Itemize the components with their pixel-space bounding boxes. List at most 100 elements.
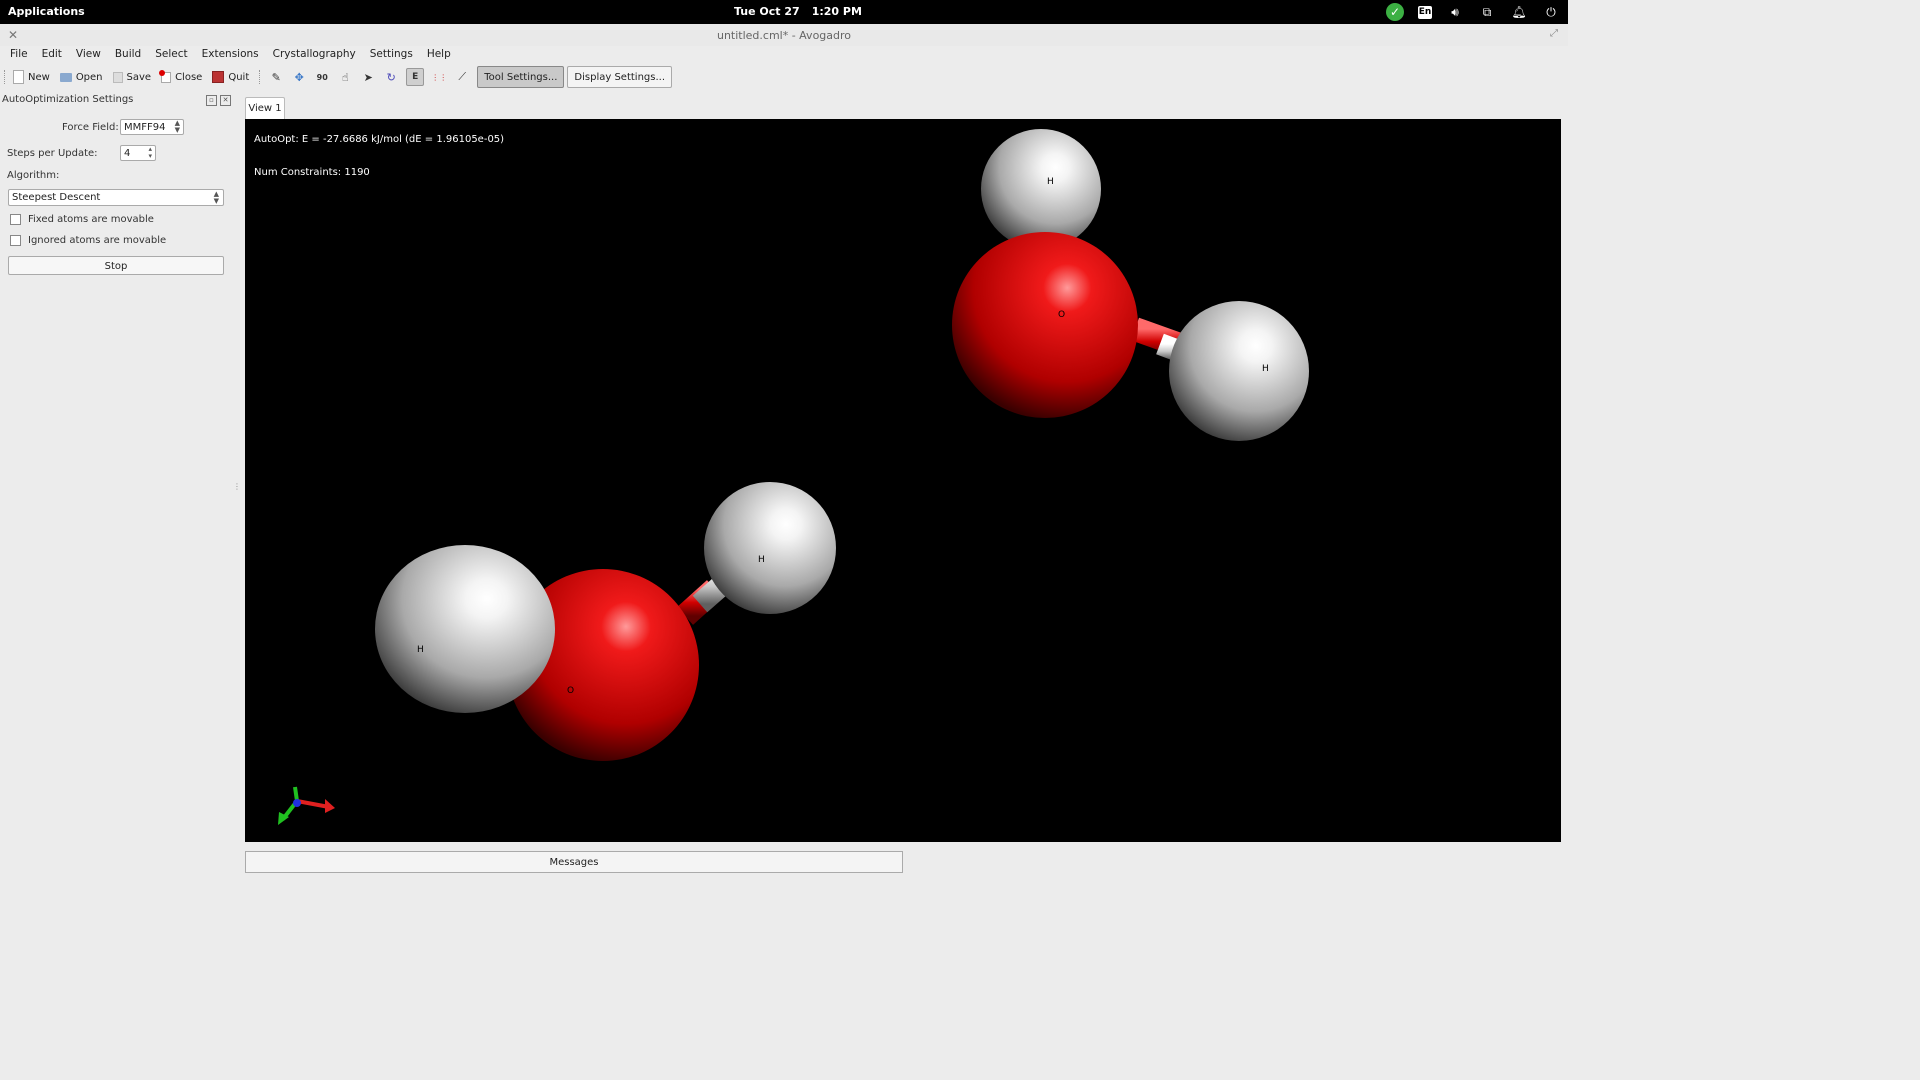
panel-controls: ▫ ✕	[206, 95, 231, 106]
menu-bar: File Edit View Build Select Extensions C…	[0, 46, 1578, 64]
menu-settings[interactable]: Settings	[370, 46, 413, 64]
menu-edit[interactable]: Edit	[42, 46, 62, 64]
quit-button-label: Quit	[228, 71, 250, 83]
system-tray: ✓ En 🔊︎ ⧉ 🔔︎ ⏻	[1386, 3, 1560, 21]
molecule-viewport[interactable]: AutoOpt: E = -27.6686 kJ/mol (dE = 1.961…	[245, 119, 1561, 842]
menu-crystallography[interactable]: Crystallography	[273, 46, 356, 64]
open-button-label: Open	[75, 71, 103, 83]
applications-menu[interactable]: Applications	[8, 5, 85, 18]
force-field-select[interactable]: MMFF94 ▲ ▼	[120, 119, 184, 135]
x-axis-arrow	[296, 799, 330, 809]
close-doc-icon	[159, 69, 172, 83]
axes-gizmo	[278, 786, 335, 825]
menu-select[interactable]: Select	[155, 46, 187, 64]
fixed-atoms-checkbox[interactable]	[10, 214, 21, 225]
atom-label-o: O	[567, 686, 575, 696]
atom-oxygen[interactable]	[952, 232, 1138, 418]
volume-icon[interactable]: 🔊︎	[1446, 3, 1464, 21]
steps-per-update-value: 4	[124, 147, 131, 159]
top-panel: Applications Tue Oct 27 1:20 PM ✓ En 🔊︎ ⧉…	[0, 0, 1568, 24]
stop-button[interactable]: Stop	[8, 256, 224, 275]
y-axis-arrow-up	[293, 786, 299, 802]
atom-label-h: H	[1047, 177, 1054, 187]
x-axis-arrowhead	[325, 799, 335, 813]
water-molecule-2	[375, 482, 836, 761]
menu-build[interactable]: Build	[115, 46, 141, 64]
save-button-label: Save	[126, 71, 152, 83]
close-button[interactable]: Close	[159, 69, 203, 83]
messages-button[interactable]: Messages	[245, 851, 903, 873]
time-label: 1:20 PM	[811, 5, 862, 18]
force-field-value: MMFF94	[124, 121, 166, 133]
updown-arrows-icon: ▲ ▼	[174, 119, 180, 134]
quit-button[interactable]: Quit	[212, 71, 249, 83]
panel-title: AutoOptimization Settings	[2, 94, 134, 105]
align-icon[interactable]: ⋮⋮	[431, 69, 447, 85]
folder-icon	[59, 72, 72, 82]
navigate-icon[interactable]: ✥	[291, 69, 307, 85]
autoopt-settings-panel: AutoOptimization Settings ▫ ✕ Force Fiel…	[0, 92, 241, 882]
steps-per-update-spinbox[interactable]: 4 ▴ ▾	[120, 145, 156, 161]
float-panel-icon[interactable]: ▫	[206, 95, 217, 106]
updown-arrows-icon: ▲ ▼	[213, 190, 219, 205]
menu-view[interactable]: View	[76, 46, 101, 64]
panel-splitter-handle[interactable]: ⋮	[233, 482, 241, 491]
power-icon[interactable]: ⏻	[1542, 3, 1560, 21]
open-button[interactable]: Open	[59, 71, 103, 83]
force-field-label: Force Field:	[62, 122, 119, 133]
molecule-render	[278, 129, 1309, 825]
ignored-atoms-label: Ignored atoms are movable	[28, 235, 167, 246]
menu-file[interactable]: File	[10, 46, 28, 64]
quit-icon	[212, 71, 225, 83]
measure-icon[interactable]: 90	[314, 69, 330, 85]
manipulate-icon[interactable]: ☝	[337, 69, 353, 85]
toolbar-handle[interactable]	[4, 70, 7, 84]
algorithm-select[interactable]: Steepest Descent ▲ ▼	[8, 189, 224, 206]
close-button-label: Close	[175, 71, 203, 83]
maximize-icon[interactable]: ⤢	[1550, 28, 1558, 39]
fixed-atoms-checkbox-row[interactable]: Fixed atoms are movable	[10, 214, 154, 225]
menu-extensions[interactable]: Extensions	[202, 46, 259, 64]
date-label: Tue Oct 27	[734, 5, 800, 18]
tab-view-1[interactable]: View 1	[245, 97, 285, 119]
algorithm-value: Steepest Descent	[12, 192, 101, 203]
tool-settings-button[interactable]: Tool Settings...	[477, 66, 565, 88]
save-icon	[112, 71, 123, 83]
atom-label-h: H	[417, 645, 424, 655]
save-button[interactable]: Save	[112, 71, 152, 83]
select-icon[interactable]: ➤	[360, 69, 376, 85]
window-titlebar: ✕ untitled.cml* - Avogadro ⤢	[0, 24, 1568, 46]
atom-hydrogen[interactable]	[1169, 301, 1309, 441]
atom-label-o: O	[1058, 310, 1066, 320]
display-settings-button[interactable]: Display Settings...	[567, 66, 672, 88]
bond-centric-icon[interactable]: ⟋	[454, 69, 470, 85]
atom-hydrogen[interactable]	[704, 482, 836, 614]
window-title: untitled.cml* - Avogadro	[716, 29, 852, 42]
water-molecule-1	[952, 129, 1309, 441]
draw-icon[interactable]: ✎	[268, 69, 284, 85]
ignored-atoms-checkbox[interactable]	[10, 235, 21, 246]
ignored-atoms-checkbox-row[interactable]: Ignored atoms are movable	[10, 235, 166, 246]
atom-hydrogen[interactable]	[981, 129, 1101, 249]
fixed-atoms-label: Fixed atoms are movable	[28, 214, 154, 225]
spin-arrows-icon[interactable]: ▴ ▾	[148, 146, 152, 160]
new-button[interactable]: New	[13, 70, 50, 84]
keyboard-layout-indicator[interactable]: En	[1418, 5, 1432, 19]
new-file-icon	[13, 70, 24, 84]
check-icon[interactable]: ✓	[1386, 3, 1404, 21]
menu-help[interactable]: Help	[427, 46, 451, 64]
algorithm-label: Algorithm:	[7, 170, 60, 181]
main-toolbar: New Open Save Close Quit ✎ ✥ 90 ☝ ➤ ↻ E …	[0, 65, 1572, 89]
atom-label-h: H	[1262, 364, 1269, 374]
rotate-icon[interactable]: ↻	[383, 69, 399, 85]
steps-per-update-label: Steps per Update:	[7, 148, 98, 159]
network-icon[interactable]: ⧉	[1478, 3, 1496, 21]
atom-hydrogen[interactable]	[375, 545, 555, 713]
clock[interactable]: Tue Oct 27 1:20 PM	[734, 5, 874, 18]
close-panel-icon[interactable]: ✕	[220, 95, 231, 106]
autoopt-icon[interactable]: E	[406, 68, 425, 86]
constraints-readout: Num Constraints: 1190	[254, 167, 370, 178]
bell-icon[interactable]: 🔔︎	[1510, 3, 1528, 21]
energy-readout: AutoOpt: E = -27.6686 kJ/mol (dE = 1.961…	[254, 134, 505, 145]
toolbar-separator	[259, 70, 262, 84]
